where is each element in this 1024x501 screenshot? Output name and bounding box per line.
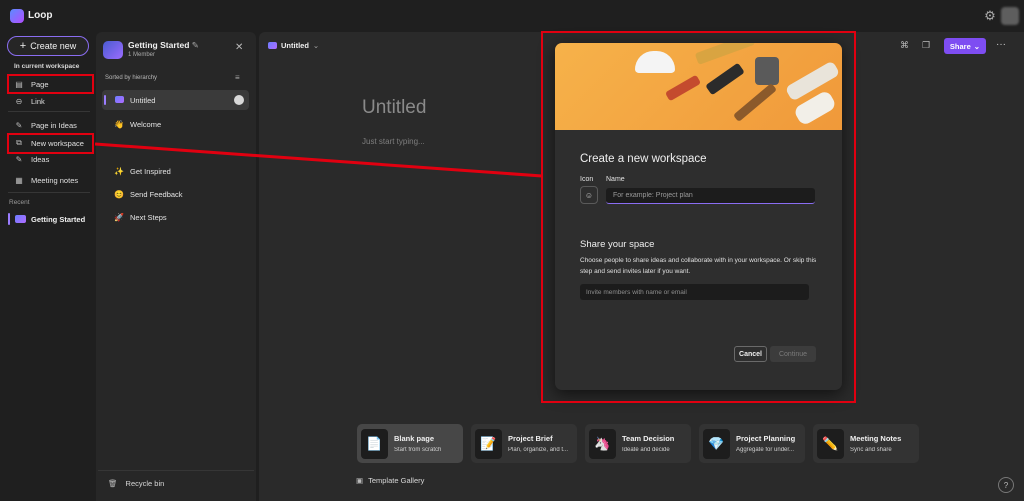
page-item-label: Untitled	[130, 95, 156, 105]
nav-item-label: Ideas	[31, 154, 50, 164]
sparkles-icon: ✨	[114, 166, 124, 176]
annotation-box-page	[7, 74, 94, 94]
document-tab-label: Untitled	[281, 41, 309, 50]
menu-item-label: Page in Ideas	[31, 120, 77, 130]
create-new-button[interactable]: + Create new	[7, 36, 89, 56]
page-title[interactable]: Untitled	[362, 97, 426, 119]
template-title: Team Decision	[622, 434, 675, 443]
document-icon: 📄	[361, 428, 388, 459]
template-subtitle: Aggregate for under...	[736, 447, 795, 453]
sort-label: Sorted by hierarchy	[105, 75, 158, 81]
dropdown-header: In current workspace	[14, 63, 80, 70]
plus-icon: +	[19, 40, 27, 52]
editor-placeholder[interactable]: Just start typing...	[362, 137, 425, 146]
template-subtitle: Plan, organize, and t...	[508, 447, 569, 453]
template-subtitle: Ideate and decide	[622, 447, 670, 453]
gallery-icon: ▣	[356, 476, 364, 485]
recent-label: Recent	[9, 199, 30, 206]
page-item-label: Send Feedback	[130, 189, 183, 199]
document-tab[interactable]: Untitled ⌄	[268, 41, 319, 50]
pencil-icon: ✎	[15, 120, 23, 130]
smile-icon: 😊	[114, 189, 124, 199]
create-new-label: Create new	[30, 41, 77, 51]
nav-divider	[8, 192, 90, 193]
app-name: Loop	[28, 10, 53, 21]
more-options-icon[interactable]: ···	[996, 39, 1006, 50]
template-subtitle: Start from scratch	[394, 447, 442, 453]
loop-logo-icon[interactable]	[10, 9, 24, 23]
workspace-title[interactable]: Getting Started ✎	[128, 40, 199, 51]
chevron-down-icon: ⌄	[973, 41, 981, 51]
active-indicator	[8, 213, 10, 225]
apps-grid-icon[interactable]: ⌘	[900, 40, 909, 51]
close-icon[interactable]: ✕	[235, 42, 243, 53]
share-label: Share	[949, 41, 971, 51]
unicorn-icon: 🦄	[589, 428, 616, 459]
chevron-down-icon: ⌄	[312, 41, 320, 50]
nav-item-ideas[interactable]: ✎ Ideas	[14, 152, 50, 166]
page-item-label: Get Inspired	[130, 166, 171, 176]
template-title: Meeting Notes	[850, 434, 902, 443]
template-title: Blank page	[394, 434, 435, 443]
memo-icon: 📝	[475, 428, 502, 459]
nav-item-meeting-notes[interactable]: ▦ Meeting notes	[14, 173, 78, 187]
page-item-welcome[interactable]: 👋 Welcome	[102, 114, 249, 134]
page-item-send-feedback[interactable]: 😊 Send Feedback	[102, 184, 249, 204]
annotation-box-dialog	[541, 31, 856, 403]
menu-divider	[8, 111, 90, 112]
template-title: Project Planning	[736, 434, 796, 443]
avatar	[234, 95, 244, 105]
template-team-decision[interactable]: 🦄 Team Decision Ideate and decide	[585, 424, 691, 463]
top-bar	[0, 0, 1024, 32]
page-item-untitled[interactable]: Untitled	[102, 90, 249, 110]
link-icon: ⊖	[15, 96, 23, 106]
notes-icon: ▦	[15, 175, 23, 185]
diamond-icon: 💎	[703, 428, 730, 459]
recent-item-label: Getting Started	[31, 214, 86, 224]
workspace-icon	[103, 41, 123, 59]
recycle-bin-label: Recycle bin	[125, 479, 165, 488]
template-project-brief[interactable]: 📝 Project Brief Plan, organize, and t...	[471, 424, 577, 463]
template-title: Project Brief	[508, 434, 553, 443]
help-icon[interactable]: ?	[998, 477, 1014, 493]
template-meeting-notes[interactable]: ✏️ Meeting Notes Sync and share	[813, 424, 919, 463]
workspace-members: 1 Member	[128, 52, 156, 58]
trash-icon: 🗑	[108, 479, 118, 488]
template-gallery-label: Template Gallery	[368, 476, 425, 485]
panel-divider	[98, 470, 254, 471]
edit-icon: ✎	[191, 40, 199, 50]
menu-item-label: Link	[31, 96, 45, 106]
workspace-icon	[15, 215, 26, 223]
active-indicator	[104, 95, 106, 105]
filter-icon[interactable]: ≡	[235, 73, 240, 82]
template-blank-page[interactable]: 📄 Blank page Start from scratch	[357, 424, 463, 463]
user-avatar[interactable]	[1001, 7, 1019, 25]
page-item-label: Next Steps	[130, 212, 167, 222]
pencil-icon: ✏️	[817, 428, 844, 459]
page-icon	[114, 95, 124, 105]
settings-gear-icon[interactable]: ⚙	[983, 9, 997, 23]
recycle-bin-button[interactable]: 🗑 Recycle bin	[108, 479, 164, 488]
nav-item-label: Meeting notes	[31, 175, 79, 185]
recent-workspace-item[interactable]: Getting Started	[8, 212, 85, 226]
page-item-label: Welcome	[130, 119, 162, 129]
template-subtitle: Sync and share	[850, 447, 892, 453]
menu-item-page-in-ideas[interactable]: ✎ Page in Ideas	[14, 118, 77, 132]
page-icon	[268, 42, 277, 49]
pencil-icon: ✎	[15, 154, 23, 164]
template-gallery-link[interactable]: ▣ Template Gallery	[356, 476, 424, 485]
page-item-next-steps[interactable]: 🚀 Next Steps	[102, 207, 249, 227]
page-item-get-inspired[interactable]: ✨ Get Inspired	[102, 161, 249, 181]
copy-icon[interactable]: ❐	[922, 40, 930, 51]
rocket-icon: 🚀	[114, 212, 124, 222]
share-button[interactable]: Share ⌄	[944, 38, 986, 54]
annotation-box-new-workspace	[7, 133, 94, 154]
template-project-planning[interactable]: 💎 Project Planning Aggregate for under...	[699, 424, 805, 463]
wave-icon: 👋	[114, 119, 124, 129]
menu-item-link[interactable]: ⊖ Link	[14, 94, 45, 108]
